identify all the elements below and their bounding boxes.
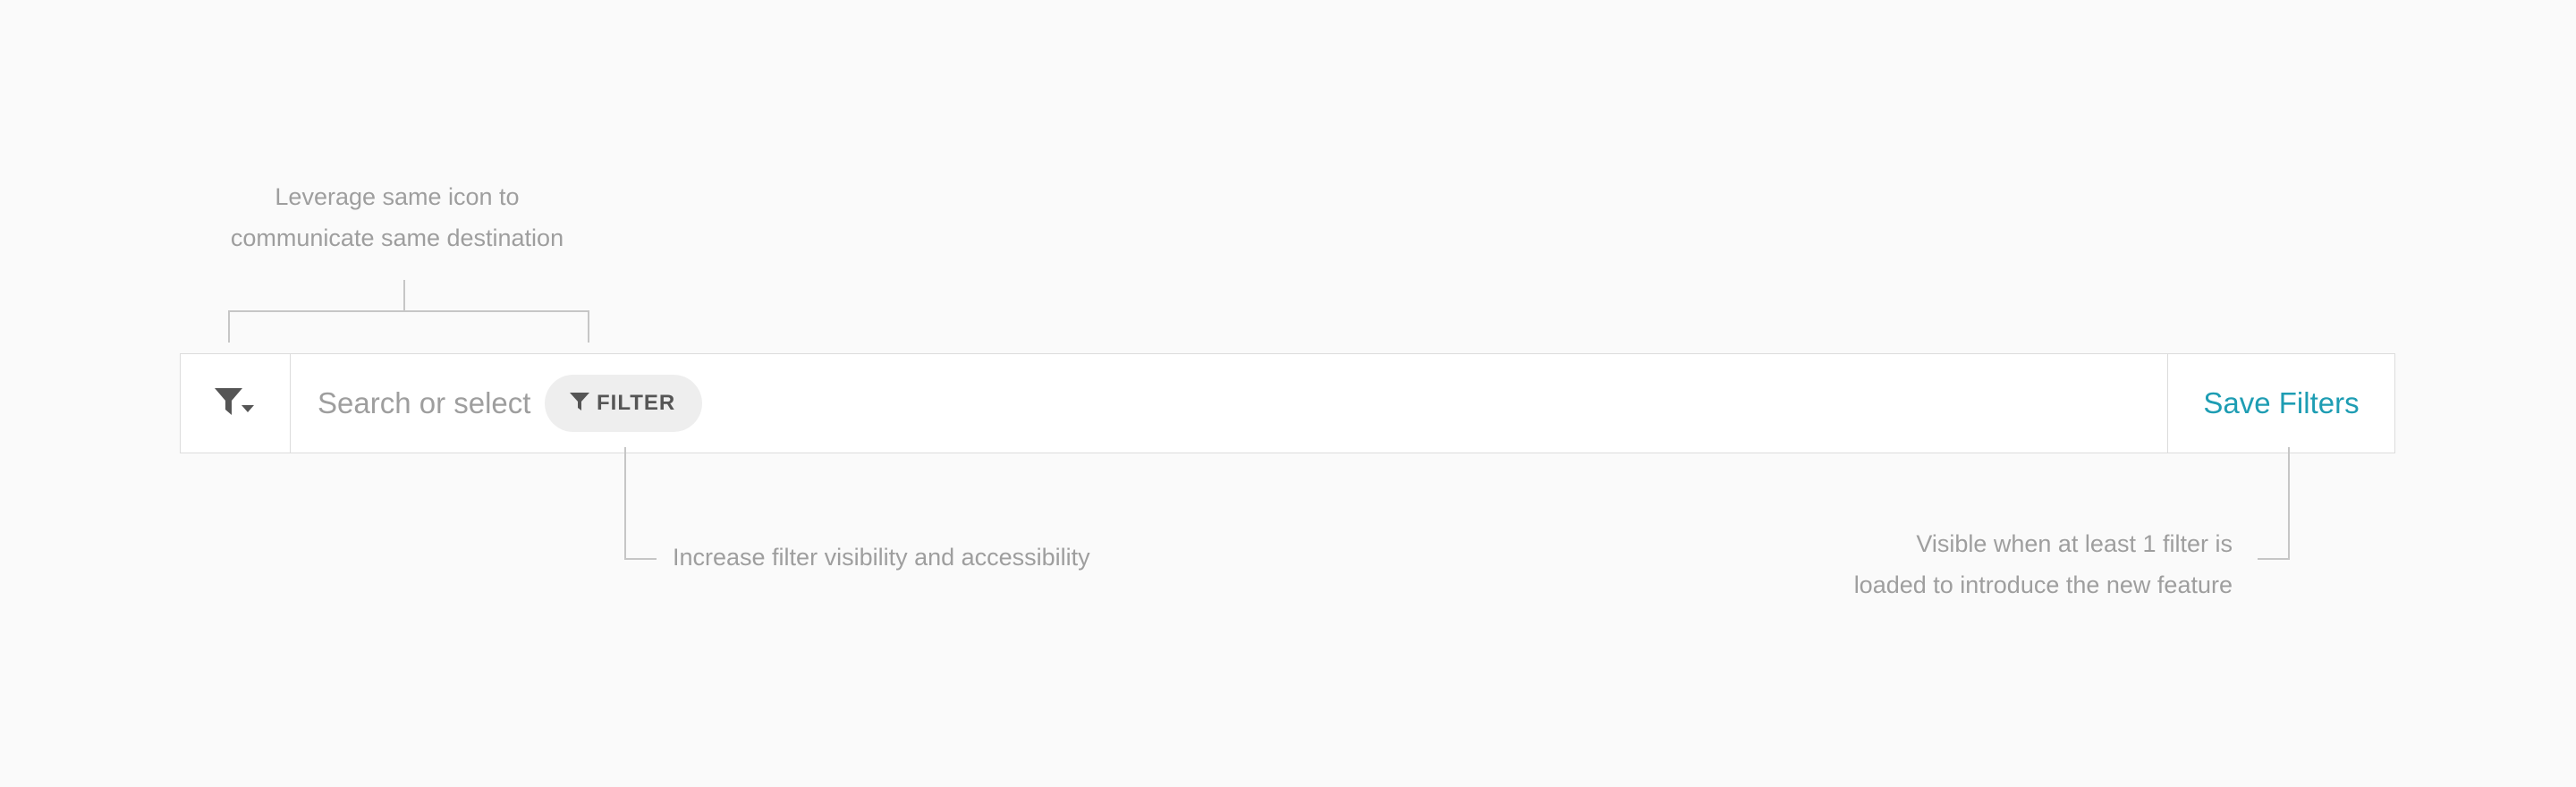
icon-annotation-stem	[403, 280, 405, 310]
search-area[interactable]: FILTER	[291, 354, 2167, 453]
filter-annotation-stem	[624, 447, 626, 560]
save-filters-button[interactable]: Save Filters	[2203, 386, 2359, 420]
mockup-canvas: Leverage same icon to communicate same d…	[0, 0, 2576, 787]
icon-annotation-line-1: Leverage same icon to	[275, 183, 520, 210]
save-annotation-arm	[2258, 558, 2290, 560]
icon-annotation-bracket-left	[228, 310, 230, 343]
save-filters-area: Save Filters	[2167, 354, 2394, 453]
search-filter-bar: FILTER Save Filters	[180, 353, 2395, 453]
icon-annotation: Leverage same icon to communicate same d…	[218, 176, 576, 258]
filter-dropdown-icon	[214, 385, 257, 422]
filter-annotation: Increase filter visibility and accessibi…	[673, 544, 1090, 571]
save-annotation-line-1: Visible when at least 1 filter is	[1916, 530, 2233, 557]
filter-chip-label: FILTER	[597, 391, 676, 415]
filter-icon	[570, 392, 589, 416]
icon-annotation-line-2: communicate same destination	[230, 224, 564, 251]
save-annotation-stem	[2288, 447, 2290, 560]
filter-annotation-arm	[624, 558, 657, 560]
filter-chip-button[interactable]: FILTER	[545, 375, 703, 432]
save-annotation-line-2: loaded to introduce the new feature	[1853, 571, 2233, 598]
search-input[interactable]	[318, 386, 532, 420]
icon-annotation-bracket-right	[588, 310, 589, 343]
icon-annotation-bracket-top	[228, 310, 589, 312]
save-annotation: Visible when at least 1 filter is loaded…	[1696, 523, 2233, 605]
filter-menu-button[interactable]	[181, 354, 291, 453]
